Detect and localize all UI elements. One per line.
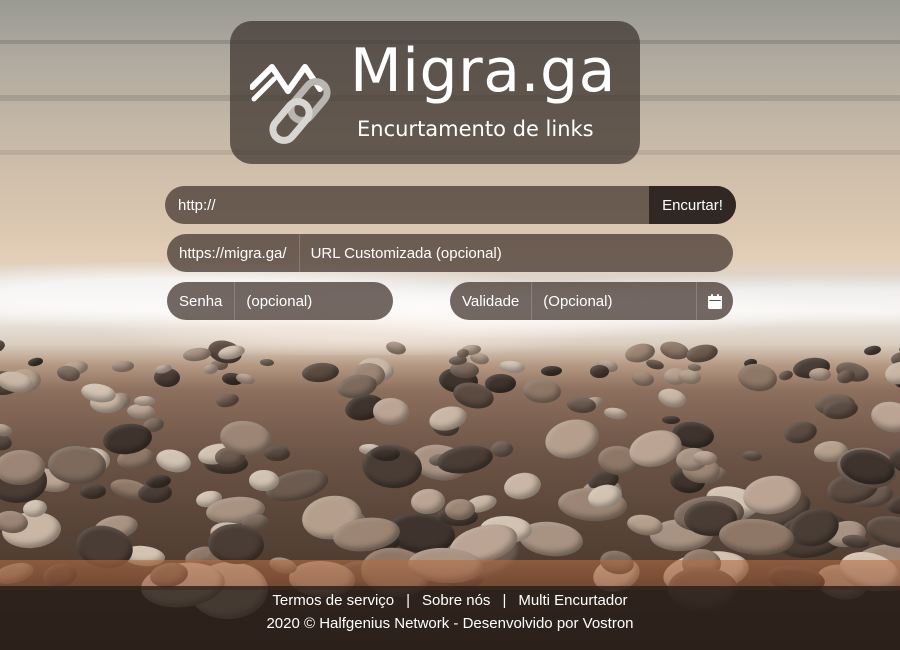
pebble [778, 369, 794, 382]
pebble [782, 419, 819, 446]
pebble [154, 446, 194, 476]
pebble [372, 397, 410, 426]
validity-input[interactable] [532, 282, 696, 320]
pebble [301, 361, 341, 385]
pebble [27, 356, 44, 367]
pebble [603, 406, 629, 421]
chain-link-logo-icon [250, 64, 331, 144]
pebble [181, 346, 212, 364]
password-group: Senha [167, 282, 393, 320]
pebble [133, 395, 155, 407]
terms-link[interactable]: Termos de serviço [272, 592, 394, 609]
pebble [809, 367, 832, 381]
pebble [541, 414, 603, 464]
pebble [631, 370, 655, 388]
custom-url-group: https://migra.ga/ [167, 234, 733, 272]
pebble [882, 358, 900, 388]
pebble [384, 339, 407, 357]
pebble [0, 422, 13, 438]
logo-subtitle: Encurtamento de links [357, 117, 594, 141]
pebble [264, 446, 291, 462]
pebble [540, 365, 563, 376]
validity-label: Validade [450, 282, 533, 320]
pebble [741, 449, 763, 462]
pebble [684, 342, 720, 366]
calendar-icon [708, 293, 722, 309]
pebble [248, 470, 279, 492]
logo-title: Migra.ga [350, 36, 616, 106]
pebble [501, 470, 544, 503]
logo-panel: Migra.ga Encurtamento de links [230, 21, 640, 164]
footer-copyright: 2020 © Halfgenius Network - Desenvolvido… [266, 615, 634, 632]
footer-links: Termos de serviço | Sobre nós | Multi Encurt… [0, 591, 900, 611]
password-input[interactable] [235, 282, 393, 320]
pebble [259, 358, 275, 367]
pebble [203, 363, 220, 376]
pebble [590, 364, 609, 378]
pebble [111, 359, 135, 373]
pebble [215, 391, 241, 410]
pebble [79, 482, 107, 500]
custom-url-input[interactable] [299, 234, 733, 272]
password-label: Senha [167, 282, 236, 320]
pebble [840, 533, 871, 551]
pebble [735, 360, 778, 394]
pebble [658, 338, 691, 363]
footer-separator: | [406, 592, 411, 609]
pebble [498, 360, 526, 375]
validity-group: Validade [450, 282, 733, 320]
footer-separator: | [502, 592, 507, 609]
pebble [0, 337, 8, 356]
shorten-button[interactable]: Encurtar! [649, 186, 736, 224]
multi-shortener-link[interactable]: Multi Encurtador [518, 592, 627, 609]
pebble [656, 386, 688, 411]
pebble [490, 440, 513, 459]
pebble [868, 398, 900, 436]
about-link[interactable]: Sobre nós [422, 592, 490, 609]
calendar-button[interactable] [696, 282, 733, 320]
pebble [455, 347, 470, 359]
footer: Termos de serviço | Sobre nós | Multi Encurt… [0, 586, 900, 650]
pebble [662, 415, 681, 425]
pebbles [0, 337, 900, 622]
pebble [645, 357, 665, 371]
pebble [522, 377, 563, 405]
shorten-form: Encurtar! [165, 186, 736, 224]
url-input[interactable] [165, 186, 649, 224]
custom-url-prefix: https://migra.ga/ [167, 234, 300, 272]
pebble [863, 344, 881, 357]
pebble [688, 363, 702, 372]
